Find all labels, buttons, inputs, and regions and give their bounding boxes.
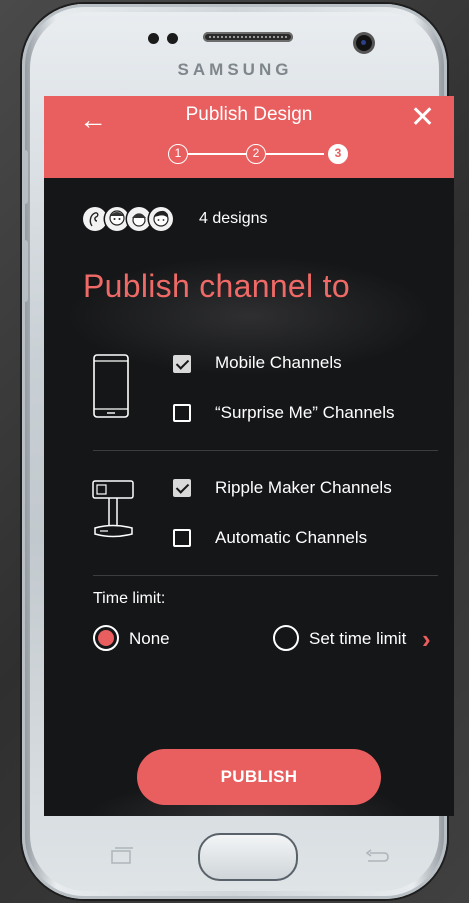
step-1: 1 (168, 144, 188, 164)
home-button[interactable] (198, 833, 298, 881)
step-2: 2 (246, 144, 266, 164)
chevron-right-icon[interactable]: › (422, 625, 431, 653)
automatic-channels-checkbox[interactable] (173, 529, 191, 547)
publish-button[interactable]: PUBLISH (137, 749, 381, 805)
front-camera-icon (356, 35, 372, 51)
app-header: ← Publish Design ✕ 1 2 3 (44, 96, 454, 178)
ripple-maker-label: Ripple Maker Channels (215, 478, 392, 497)
avatar (127, 207, 151, 231)
volume-button (22, 150, 28, 204)
section-heading: Publish channel to (83, 268, 350, 304)
none-radio[interactable] (93, 625, 119, 651)
avatar (149, 207, 173, 231)
mobile-channels-checkbox[interactable] (173, 355, 191, 373)
sensor-icon (148, 33, 159, 44)
step-connector-2 (266, 153, 324, 155)
sensor-icon-2 (167, 33, 178, 44)
avatar (83, 207, 107, 231)
surprise-me-checkbox[interactable] (173, 404, 191, 422)
volume-button-lower (22, 240, 28, 302)
surprise-me-label: “Surprise Me” Channels (215, 403, 395, 422)
app-screen: ← Publish Design ✕ 1 2 3 4 designs Publi… (44, 96, 454, 816)
step-3-active: 3 (328, 144, 348, 164)
mobile-channels-label: Mobile Channels (215, 353, 342, 372)
divider (93, 575, 438, 576)
earpiece-speaker (203, 32, 293, 42)
avatar (105, 207, 129, 231)
designs-count: 4 designs (199, 210, 268, 227)
set-time-limit-label: Set time limit (309, 629, 407, 648)
ripple-maker-icon (92, 478, 136, 545)
ripple-maker-checkbox[interactable] (173, 479, 191, 497)
recent-apps-key-icon[interactable] (106, 845, 136, 867)
mobile-phone-icon (93, 354, 129, 423)
step-connector (188, 153, 246, 155)
automatic-channels-label: Automatic Channels (215, 528, 368, 547)
brand-logo: SAMSUNG (177, 60, 293, 79)
none-radio-label: None (129, 629, 170, 648)
page-title: Publish Design (185, 104, 313, 125)
close-icon[interactable]: ✕ (410, 100, 435, 136)
back-key-icon[interactable] (362, 845, 392, 867)
divider (93, 450, 438, 451)
time-limit-label: Time limit: (93, 590, 166, 607)
set-time-limit-radio[interactable] (273, 625, 299, 651)
